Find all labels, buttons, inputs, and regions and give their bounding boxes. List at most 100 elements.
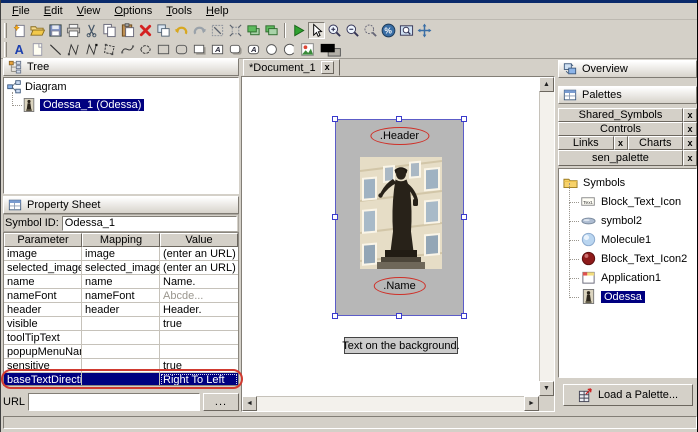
fit-to-window-button[interactable] — [398, 22, 415, 39]
palette-item-molecule1[interactable]: Molecule1 — [559, 230, 696, 249]
load-palette-button[interactable]: Load a Palette... — [563, 384, 693, 406]
property-row-name[interactable]: namenameName. — [4, 275, 238, 289]
copy-button[interactable] — [101, 22, 118, 39]
print-button[interactable] — [65, 22, 82, 39]
symbol-id-input[interactable] — [62, 216, 237, 231]
property-row-popupMenuName[interactable]: popupMenuName — [4, 345, 238, 359]
mapping-cell[interactable]: name — [82, 275, 160, 289]
parameter-cell[interactable]: selected_image — [4, 261, 82, 275]
zoom-out-button[interactable] — [344, 22, 361, 39]
redo-button[interactable] — [191, 22, 208, 39]
palette-tab-shared_symbols[interactable]: Shared_Symbolsx — [558, 108, 697, 122]
mapping-cell[interactable] — [82, 317, 160, 331]
zoom-percent-button[interactable]: % — [380, 22, 397, 39]
palette-tab-sen_palette[interactable]: sen_palettex — [558, 150, 697, 166]
cut-button[interactable] — [83, 22, 100, 39]
parameter-cell[interactable]: toolTipText — [4, 331, 82, 345]
value-cell[interactable]: Abcde... — [160, 289, 238, 303]
property-row-baseTextDirection[interactable]: baseTextDirection Right To Left — [4, 373, 238, 386]
palette-tab-links[interactable]: Linksx — [558, 136, 628, 150]
polyline-button[interactable] — [65, 41, 82, 58]
selection-handle[interactable] — [461, 313, 467, 319]
color-swatches-button[interactable] — [317, 41, 345, 58]
property-row-selected_image[interactable]: selected_imageselected_image(enter an UR… — [4, 261, 238, 275]
toolbar1-grip[interactable] — [4, 23, 7, 38]
text-button[interactable]: A — [11, 41, 28, 58]
palette-tab-close-button[interactable]: x — [683, 136, 697, 150]
palette-tab-close-button[interactable]: x — [683, 108, 697, 122]
mapping-cell[interactable]: nameFont — [82, 289, 160, 303]
parameter-cell[interactable]: popupMenuName — [4, 345, 82, 359]
property-row-sensitive[interactable]: sensitivetrue — [4, 359, 238, 373]
value-cell[interactable]: true — [160, 317, 238, 331]
tree-node-odessa[interactable]: Odessa_1 (Odessa) — [4, 96, 238, 114]
mapping-cell[interactable] — [82, 345, 160, 359]
rectangle-button[interactable] — [155, 41, 172, 58]
undo-button[interactable] — [173, 22, 190, 39]
filled-rounded-rectangle-button[interactable] — [227, 41, 244, 58]
mapping-cell[interactable]: image — [82, 247, 160, 261]
symbols-root-node[interactable]: Symbols — [559, 173, 696, 192]
label-rounded-rectangle-button[interactable]: A — [245, 41, 262, 58]
scroll-down-button[interactable]: ▼ — [539, 381, 554, 396]
tree-panel-header[interactable]: Tree — [3, 58, 239, 76]
selection-handle[interactable] — [461, 214, 467, 220]
url-input[interactable] — [28, 393, 200, 411]
value-cell[interactable]: Right To Left — [160, 373, 238, 386]
mapping-cell[interactable] — [82, 331, 160, 345]
save-button[interactable] — [47, 22, 64, 39]
palette-tab-close-button[interactable]: x — [683, 150, 697, 166]
delete-button[interactable] — [137, 22, 154, 39]
bring-to-front-button[interactable] — [245, 22, 262, 39]
arc-button[interactable] — [281, 41, 298, 58]
spline-button[interactable] — [119, 41, 136, 58]
property-sheet-header[interactable]: Property Sheet — [3, 196, 239, 214]
selection-handle[interactable] — [461, 116, 467, 122]
tree-node-diagram[interactable]: Diagram — [4, 78, 238, 96]
menu-help[interactable]: Help — [199, 4, 236, 18]
parameter-cell[interactable]: visible — [4, 317, 82, 331]
value-cell[interactable]: Header. — [160, 303, 238, 317]
parameter-cell[interactable]: sensitive — [4, 359, 82, 373]
selection-handle[interactable] — [396, 313, 402, 319]
property-row-nameFont[interactable]: nameFontnameFontAbcde... — [4, 289, 238, 303]
odessa-symbol-object[interactable]: .Header .Name — [335, 119, 464, 316]
property-row-toolTipText[interactable]: toolTipText — [4, 331, 238, 345]
parameter-cell[interactable]: header — [4, 303, 82, 317]
filled-rectangle-button[interactable] — [191, 41, 208, 58]
polyline-arrow-button[interactable] — [83, 41, 100, 58]
palette-tab-label[interactable]: Controls — [558, 122, 683, 136]
open-button[interactable] — [29, 22, 46, 39]
parameter-cell[interactable]: baseTextDirection — [4, 373, 82, 386]
mapping-cell[interactable] — [82, 359, 160, 373]
pan-button[interactable] — [416, 22, 433, 39]
label-rectangle-button[interactable]: A — [209, 41, 226, 58]
new-document-button[interactable] — [11, 22, 28, 39]
property-row-visible[interactable]: visible true — [4, 317, 238, 331]
line-button[interactable] — [47, 41, 64, 58]
value-cell[interactable] — [160, 345, 238, 359]
closed-spline-button[interactable] — [137, 41, 154, 58]
palette-tab-charts[interactable]: Chartsx — [628, 136, 698, 150]
scroll-right-button[interactable]: ► — [524, 396, 539, 411]
property-row-image[interactable]: imageimage(enter an URL) — [4, 247, 238, 261]
note-button[interactable] — [29, 41, 46, 58]
mapping-cell[interactable]: selected_image — [82, 261, 160, 275]
select-button[interactable] — [308, 22, 325, 39]
menu-options[interactable]: Options — [107, 4, 159, 18]
value-cell[interactable]: (enter an URL) — [160, 247, 238, 261]
column-header-mapping[interactable]: Mapping — [82, 233, 160, 247]
document-tab-close-button[interactable]: x — [321, 61, 334, 74]
zoom-in-button[interactable] — [326, 22, 343, 39]
palette-item-odessa[interactable]: Odessa — [559, 287, 696, 306]
scroll-up-button[interactable]: ▲ — [539, 77, 554, 92]
palette-tab-controls[interactable]: Controlsx — [558, 122, 697, 136]
menu-view[interactable]: View — [70, 4, 108, 18]
parameter-cell[interactable]: nameFont — [4, 289, 82, 303]
rounded-rectangle-button[interactable] — [173, 41, 190, 58]
palette-item-application1[interactable]: Application1 — [559, 268, 696, 287]
menu-tools[interactable]: Tools — [159, 4, 199, 18]
mapping-cell[interactable] — [82, 373, 160, 386]
scroll-left-button[interactable]: ◄ — [242, 396, 257, 411]
selection-handle[interactable] — [332, 116, 338, 122]
